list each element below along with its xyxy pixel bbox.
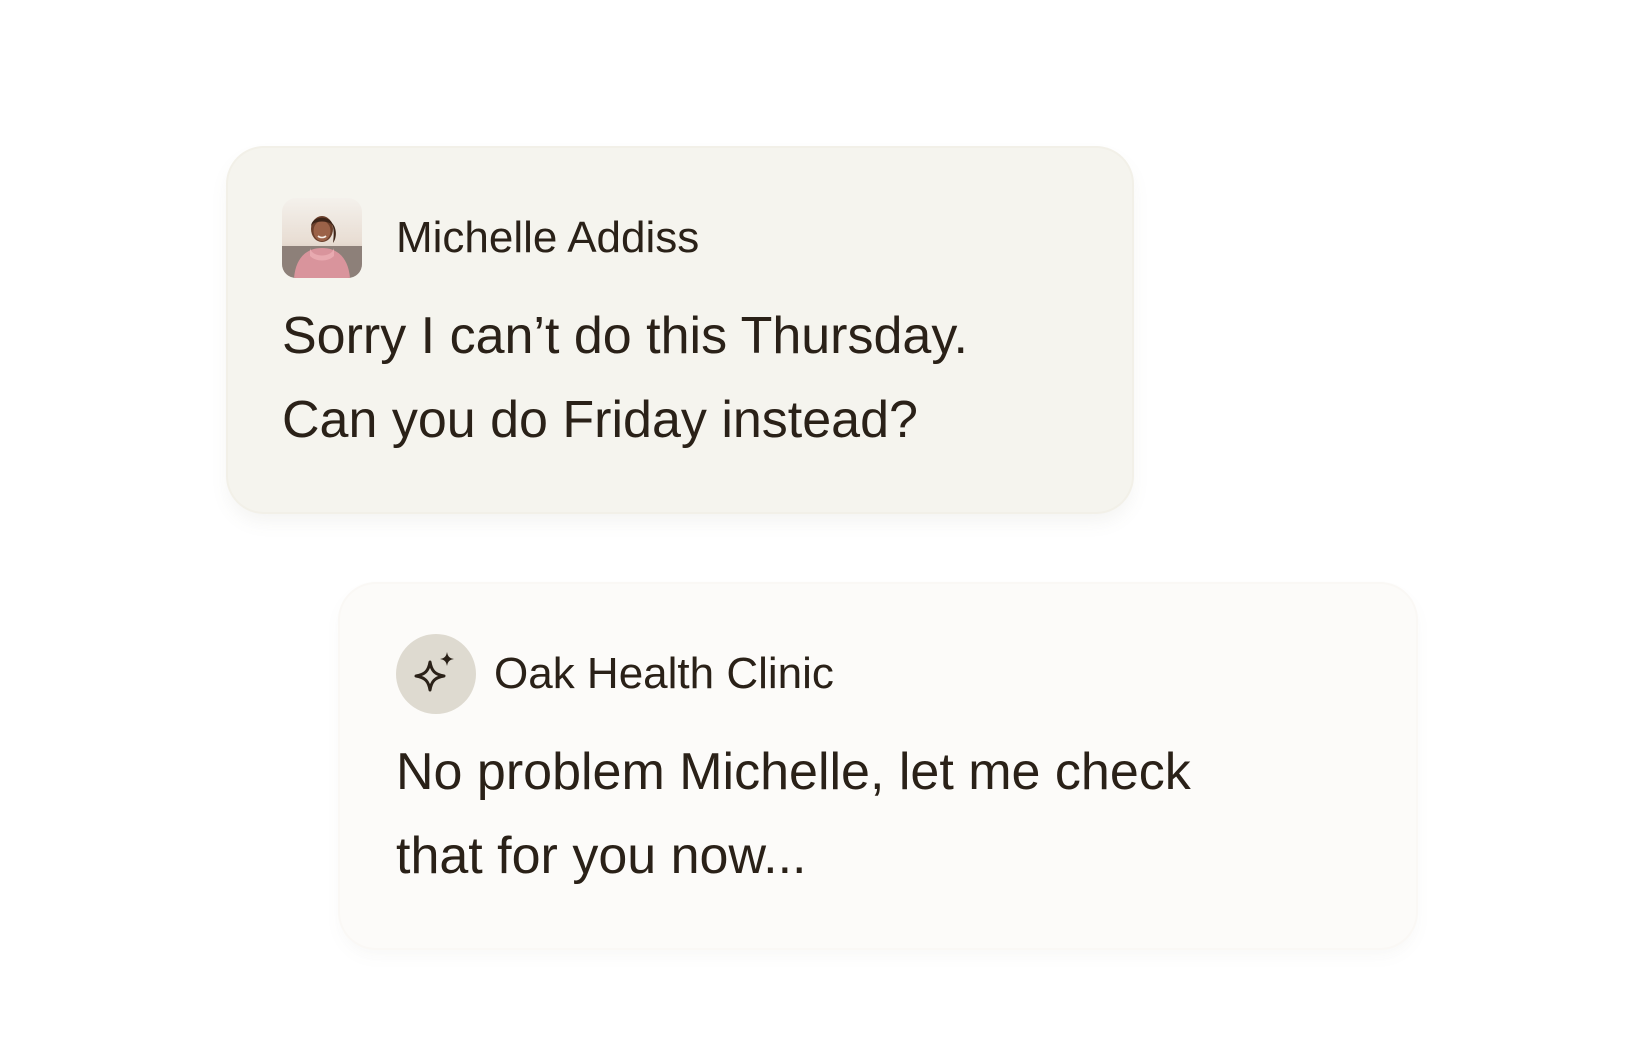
message-body: Sorry I can’t do this Thursday. Can you … <box>282 294 968 462</box>
incoming-message-bubble: Michelle Addiss Sorry I can’t do this Th… <box>228 148 1132 512</box>
message-line: Can you do Friday instead? <box>282 391 918 449</box>
message-line: No problem Michelle, let me check <box>396 743 1191 801</box>
message-sender-row: Oak Health Clinic <box>396 634 834 714</box>
clinic-avatar <box>396 634 476 714</box>
sender-name: Oak Health Clinic <box>494 649 834 698</box>
outgoing-message-bubble: Oak Health Clinic No problem Michelle, l… <box>340 584 1416 948</box>
message-line: that for you now... <box>396 827 807 885</box>
message-line: Sorry I can’t do this Thursday. <box>282 307 968 365</box>
message-sender-row: Michelle Addiss <box>282 198 699 278</box>
user-photo-icon <box>282 198 362 278</box>
message-body: No problem Michelle, let me check that f… <box>396 730 1191 898</box>
user-avatar <box>282 198 362 278</box>
sparkle-icon <box>414 652 454 692</box>
sender-name: Michelle Addiss <box>396 213 700 262</box>
